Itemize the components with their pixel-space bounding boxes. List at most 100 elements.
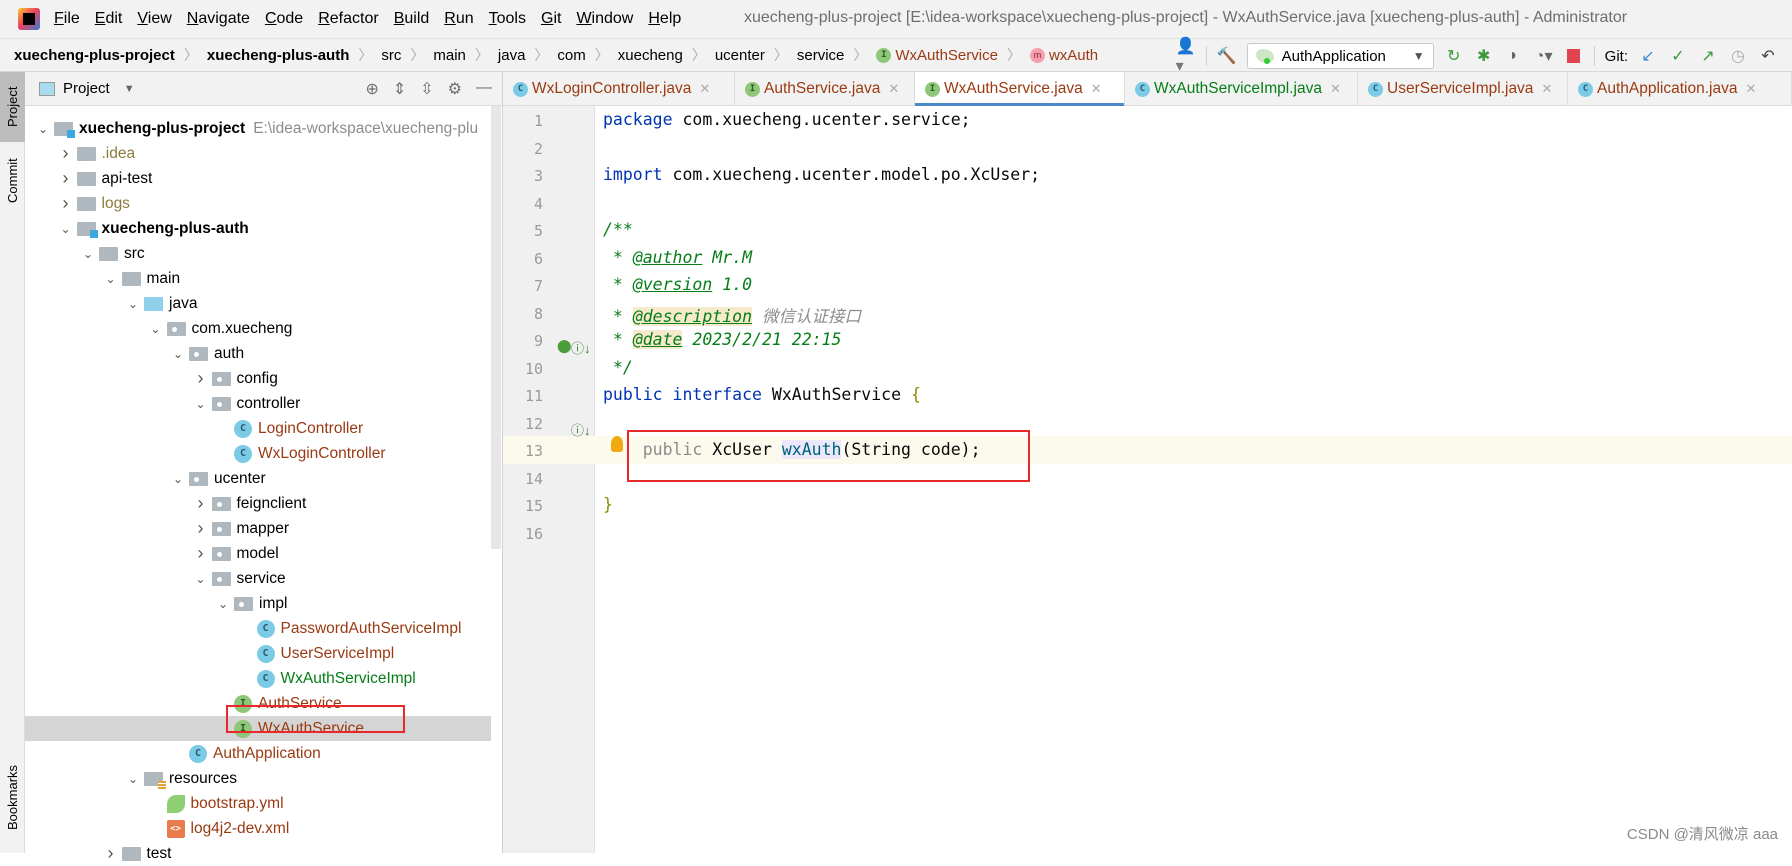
chevron-right-icon[interactable]: › [190,368,212,389]
breadcrumb-item[interactable]: 〉 ucenter [683,45,765,65]
breadcrumb-item[interactable]: 〉 src [349,45,401,65]
close-tab-icon[interactable]: ✕ [699,81,710,97]
rerun-icon[interactable]: ↻ [1444,46,1464,66]
breadcrumb-item[interactable]: 〉 com [525,45,585,65]
tree-item[interactable]: › feignclient [25,491,491,516]
project-panel-title[interactable]: Project [63,80,110,97]
breadcrumb-item[interactable]: 〉 xuecheng-plus-auth [175,45,350,65]
expand-all-icon[interactable]: ⇕ [393,79,406,99]
breadcrumb-item[interactable]: 〉 xuecheng [586,45,683,65]
tree-item[interactable]: ⌄ src [25,241,491,266]
tree-item[interactable]: › config [25,366,491,391]
commit-tool-tab[interactable]: Commit [0,146,25,216]
chevron-down-icon[interactable]: ⌄ [167,472,189,486]
chevron-down-icon[interactable]: ⌄ [145,322,167,336]
tree-item[interactable]: › test [25,841,491,866]
menu-git[interactable]: Git [541,10,561,28]
tree-item[interactable]: C WxLoginController [25,441,491,466]
chevron-right-icon[interactable]: › [55,193,77,214]
menu-view[interactable]: View [137,10,171,28]
build-hammer-icon[interactable]: 🔨 [1217,46,1237,66]
chevron-down-icon[interactable]: ⌄ [190,397,212,411]
implemented-spring-icon[interactable]: ⬤ [557,338,572,354]
tree-item[interactable]: › mapper [25,516,491,541]
editor-tab[interactable]: C WxAuthServiceImpl.java ✕ [1125,72,1358,106]
chevron-down-icon[interactable]: ⌄ [122,772,144,786]
editor-tab[interactable]: I WxAuthService.java ✕ [915,72,1125,107]
breadcrumb-item[interactable]: xuecheng-plus-project [14,45,175,65]
tree-item[interactable]: ⌄ xuecheng-plus-auth [25,216,491,241]
tree-item[interactable]: ⌄ main [25,266,491,291]
chevron-down-icon[interactable]: ⌄ [190,572,212,586]
chevron-right-icon[interactable]: › [190,493,212,514]
locate-icon[interactable]: ⊕ [365,79,378,99]
tree-item[interactable]: › api-test [25,166,491,191]
tree-item[interactable]: ⌄ controller [25,391,491,416]
hide-icon[interactable]: — [476,79,492,99]
chevron-down-icon[interactable]: ⌄ [212,597,234,611]
tree-item[interactable]: › logs [25,191,491,216]
tree-item[interactable]: › model [25,541,491,566]
debug-bug-icon[interactable]: ✱ [1474,46,1494,66]
chevron-down-icon[interactable]: ⌄ [167,347,189,361]
menu-build[interactable]: Build [394,10,430,28]
breadcrumb-item[interactable]: 〉 java [466,45,526,65]
bookmarks-tool-tab[interactable]: Bookmarks [0,752,25,842]
breadcrumb-item[interactable]: 〉 I WxAuthService [844,45,998,65]
menu-tools[interactable]: Tools [489,10,526,28]
close-tab-icon[interactable]: ✕ [1745,81,1756,97]
close-tab-icon[interactable]: ✕ [888,81,899,97]
tree-item[interactable]: ⌄ xuecheng-plus-project E:\idea-workspace\… [25,116,491,141]
stop-icon[interactable] [1564,46,1584,66]
chevron-right-icon[interactable]: › [55,168,77,189]
tree-item[interactable]: ⌄ impl [25,591,491,616]
run-configuration-select[interactable]: AuthApplication ▼ [1246,43,1434,69]
chevron-down-icon[interactable]: ⌄ [55,222,77,236]
chevron-down-icon[interactable]: ⌄ [122,297,144,311]
menu-refactor[interactable]: Refactor [318,10,378,28]
tree-item[interactable]: ⌄ java [25,291,491,316]
collapse-all-icon[interactable]: ⇳ [420,79,433,99]
breadcrumb-item[interactable]: 〉 main [401,45,466,65]
gear-icon[interactable]: ⚙ [448,79,462,99]
editor-tab[interactable]: I AuthService.java ✕ [735,72,915,106]
tree-item[interactable]: › .idea [25,141,491,166]
menu-file[interactable]: File [54,10,80,28]
chevron-down-icon[interactable]: ⌄ [32,122,54,136]
tree-item[interactable]: C WxAuthServiceImpl [25,666,491,691]
chevron-right-icon[interactable]: › [100,843,122,864]
tree-item[interactable]: ⌄ com.xuecheng [25,316,491,341]
chevron-down-icon[interactable]: ▼ [124,83,135,95]
rollback-icon[interactable]: ↶ [1758,46,1778,66]
chevron-right-icon[interactable]: › [190,543,212,564]
menu-edit[interactable]: Edit [95,10,123,28]
git-update-icon[interactable]: ↙ [1638,46,1658,66]
editor-tab[interactable]: C AuthApplication.java ✕ [1568,72,1792,106]
menu-navigate[interactable]: Navigate [187,10,250,28]
chevron-right-icon[interactable]: › [190,518,212,539]
tree-item[interactable]: <> log4j2-dev.xml [25,816,491,841]
user-icon[interactable]: 👤▾ [1176,38,1196,75]
git-push-icon[interactable]: ↗ [1698,46,1718,66]
history-icon[interactable]: ◷ [1728,46,1748,66]
chevron-right-icon[interactable]: › [55,143,77,164]
close-tab-icon[interactable]: ✕ [1541,81,1552,97]
tree-item[interactable]: C UserServiceImpl [25,641,491,666]
editor-tab[interactable]: C UserServiceImpl.java ✕ [1358,72,1568,106]
implemented-down-arrow-icon[interactable]: ⓘ↓ [571,338,591,357]
project-tool-tab[interactable]: Project [0,72,25,142]
menu-window[interactable]: Window [576,10,633,28]
close-tab-icon[interactable]: ✕ [1091,81,1102,97]
close-tab-icon[interactable]: ✕ [1330,81,1341,97]
tree-item[interactable]: ⌄ auth [25,341,491,366]
tree-item[interactable]: ⌄ resources [25,766,491,791]
profile-icon[interactable]: ◔▾ [1534,46,1554,66]
chevron-down-icon[interactable]: ⌄ [77,247,99,261]
breadcrumb-item[interactable]: 〉 m wxAuth [998,45,1098,65]
tree-item[interactable]: C PasswordAuthServiceImpl [25,616,491,641]
editor-tab[interactable]: C WxLoginController.java ✕ [503,72,735,106]
tree-item[interactable]: ⌄ ucenter [25,466,491,491]
breadcrumb-item[interactable]: 〉 service [765,45,845,65]
tree-item[interactable]: C LoginController [25,416,491,441]
tree-item[interactable]: ⌄ service [25,566,491,591]
